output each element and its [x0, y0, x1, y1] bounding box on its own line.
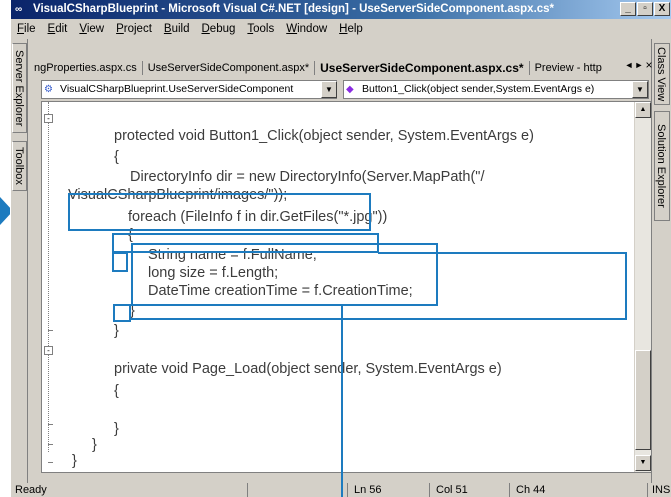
callout-line-horizontal: [378, 252, 626, 254]
app-icon: ∞: [15, 4, 23, 15]
code-line: {: [114, 149, 119, 165]
status-ready: Ready: [15, 484, 47, 496]
menu-file[interactable]: File: [11, 19, 42, 39]
status-ch: Ch 44: [509, 483, 635, 497]
scroll-thumb[interactable]: [635, 350, 651, 450]
menu-window[interactable]: Window: [280, 19, 333, 39]
close-button[interactable]: X: [654, 2, 670, 16]
code-line: private void Page_Load(object sender, Sy…: [114, 361, 502, 377]
callout-line-horizontal: [130, 318, 626, 320]
class-dropdown-arrow-icon[interactable]: ▼: [321, 81, 337, 98]
scroll-up-icon[interactable]: ▲: [635, 102, 651, 118]
code-line: {: [114, 383, 119, 399]
fold-toggle-icon[interactable]: -: [44, 346, 53, 355]
menu-tools[interactable]: Tools: [241, 19, 280, 39]
code-line: protected void Button1_Click(object send…: [114, 128, 534, 144]
solution-explorer-tab[interactable]: Solution Explorer: [654, 111, 670, 221]
member-dropdown[interactable]: ◆ Button1_Click(object sender,System.Eve…: [343, 80, 649, 99]
menu-bar: File Edit View Project Build Debug Tools…: [11, 19, 671, 39]
status-col: Col 51: [429, 483, 509, 497]
tab-preview[interactable]: Preview - http: [530, 61, 607, 75]
navigation-bar: ⚙ VisualCSharpBlueprint.UseServerSideCom…: [41, 80, 651, 100]
tab-close-icon[interactable]: ×: [643, 58, 655, 72]
class-dropdown-value: VisualCSharpBlueprint.UseServerSideCompo…: [60, 83, 294, 95]
callout-box-close-brace: [113, 304, 131, 322]
method-icon: ◆: [346, 84, 354, 95]
callout-box-open-brace: [112, 252, 128, 272]
outline-end: [48, 424, 53, 425]
document-tabs: ngProperties.aspx.cs UseServerSideCompon…: [29, 58, 629, 78]
outline-end: [48, 330, 53, 331]
code-line: }: [114, 421, 119, 437]
toolbox-tab[interactable]: Toolbox: [12, 141, 27, 191]
member-dropdown-value: Button1_Click(object sender,System.Event…: [362, 83, 595, 95]
menu-help[interactable]: Help: [333, 19, 369, 39]
menu-edit[interactable]: Edit: [42, 19, 74, 39]
menu-build[interactable]: Build: [158, 19, 196, 39]
code-line: DirectoryInfo dir = new DirectoryInfo(Se…: [130, 169, 485, 185]
code-line: }: [92, 437, 97, 453]
outline-line: [48, 102, 49, 452]
right-panel-strip: Class View Solution Explorer: [651, 39, 671, 483]
title-bar: ∞ VisualCSharpBlueprint - Microsoft Visu…: [11, 0, 671, 19]
code-line: }: [114, 323, 119, 339]
class-icon: ⚙: [44, 84, 53, 95]
menu-view[interactable]: View: [73, 19, 110, 39]
fold-toggle-icon[interactable]: -: [44, 114, 53, 123]
tab-aspx[interactable]: UseServerSideComponent.aspx*: [143, 61, 316, 75]
tab-aspx-cs[interactable]: UseServerSideComponent.aspx.cs*: [315, 61, 530, 75]
code-line: }: [72, 453, 77, 469]
server-explorer-tab[interactable]: Server Explorer: [12, 43, 27, 133]
outline-end: [48, 462, 53, 463]
class-dropdown[interactable]: ⚙ VisualCSharpBlueprint.UseServerSideCom…: [41, 80, 337, 99]
callout-line-vertical: [625, 252, 627, 320]
status-ins: INS: [647, 483, 671, 497]
tab-properties-cs[interactable]: ngProperties.aspx.cs: [29, 61, 143, 75]
scroll-down-icon[interactable]: ▼: [635, 455, 651, 471]
menu-project[interactable]: Project: [110, 19, 158, 39]
minimize-button[interactable]: _: [620, 2, 636, 16]
callout-box-directoryinfo: [68, 193, 371, 231]
callout-line-vertical: [341, 306, 343, 497]
maximize-button[interactable]: ▫: [637, 2, 653, 16]
class-view-tab[interactable]: Class View: [654, 43, 670, 105]
member-dropdown-arrow-icon[interactable]: ▼: [632, 81, 648, 98]
left-panel-strip: Server Explorer Toolbox: [11, 39, 28, 483]
vertical-scrollbar[interactable]: ▲ ▼: [634, 102, 651, 472]
menu-debug[interactable]: Debug: [195, 19, 241, 39]
outline-end: [48, 444, 53, 445]
window-title: VisualCSharpBlueprint - Microsoft Visual…: [33, 3, 555, 15]
status-line: Ln 56: [347, 483, 429, 497]
window-controls: _ ▫ X: [619, 2, 670, 17]
status-blank: [247, 483, 347, 497]
